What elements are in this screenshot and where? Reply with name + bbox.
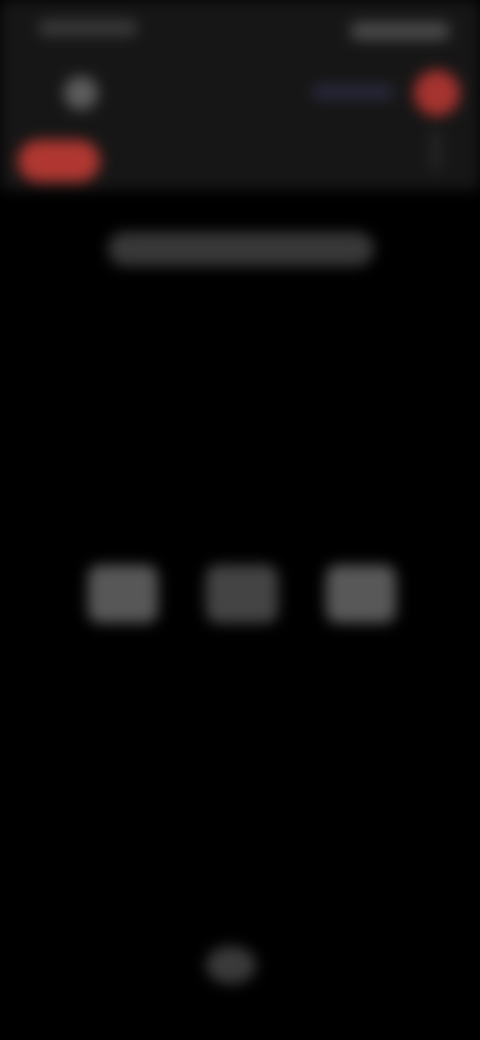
blurred-screen [0,0,480,1040]
red-action-button[interactable] [18,140,100,182]
status-icons [350,22,450,40]
mode-button-1[interactable] [88,565,158,623]
top-panel [0,0,480,190]
back-icon[interactable] [64,76,98,110]
record-icon[interactable] [414,70,460,116]
status-time [38,20,138,36]
page-title [312,84,394,100]
mode-button-3[interactable] [326,565,396,623]
side-indicator [432,130,440,170]
mode-button-2[interactable] [206,565,278,623]
home-indicator-icon[interactable] [206,946,256,984]
hint-bar [108,232,374,266]
